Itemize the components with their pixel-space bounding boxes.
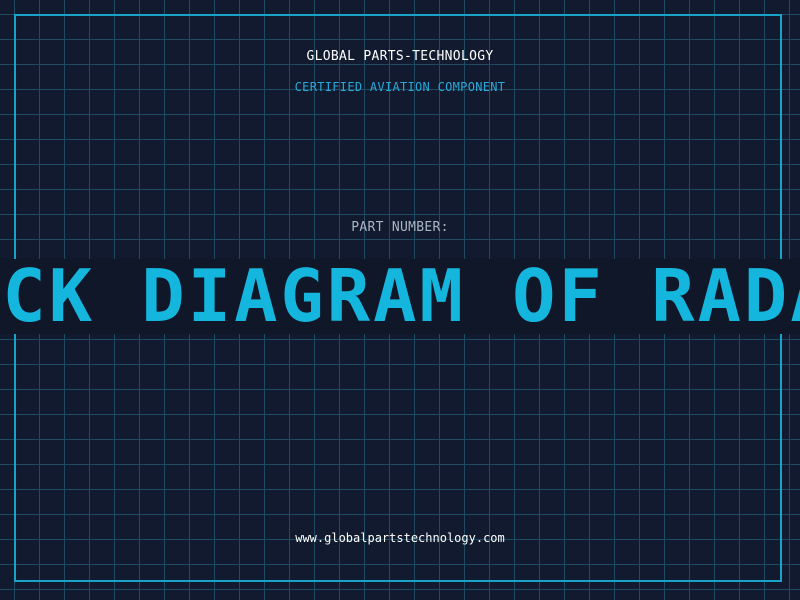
certification-subtitle: CERTIFIED AVIATION COMPONENT <box>294 80 506 94</box>
part-number-label: PART NUMBER: <box>351 220 449 235</box>
company-name: GLOBAL PARTS-TECHNOLOGY <box>306 49 494 64</box>
part-number-value: OCK DIAGRAM OF RADA <box>0 259 800 334</box>
part-number-banner: OCK DIAGRAM OF RADA <box>0 259 800 334</box>
label-card: GLOBAL PARTS-TECHNOLOGY CERTIFIED AVIATI… <box>0 0 800 600</box>
website-url: www.globalpartstechnology.com <box>295 531 505 545</box>
